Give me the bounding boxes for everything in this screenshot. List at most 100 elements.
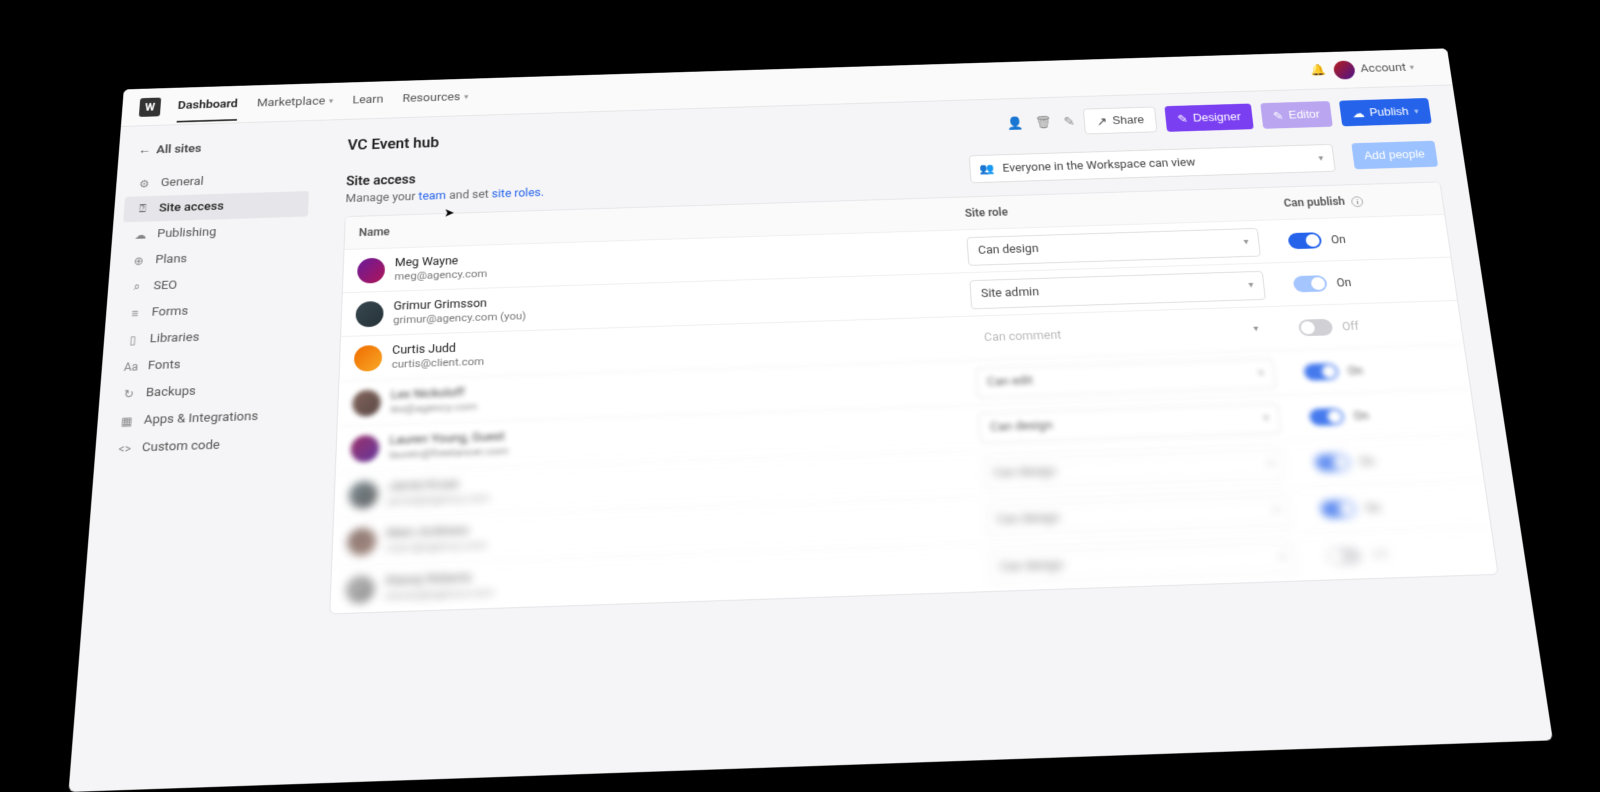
role-select[interactable]: Can design▾	[966, 227, 1260, 265]
role-value: Can design	[993, 464, 1057, 481]
user-avatar	[349, 480, 378, 508]
chevron-down-icon: ▾	[1258, 368, 1264, 378]
chevron-down-icon: ▾	[1273, 505, 1279, 516]
nav-marketplace[interactable]: Marketplace ▾	[257, 95, 334, 110]
role-cell: Can design▾	[981, 447, 1317, 489]
user-email: marc@agency.com	[386, 538, 487, 556]
nav-resources[interactable]: Resources ▾	[402, 91, 468, 106]
user-avatar	[345, 574, 375, 603]
user-avatar	[355, 300, 384, 326]
workspace-access-select[interactable]: 👥 Everyone in the Workspace can view ▾	[968, 144, 1335, 183]
user-email: stacey@agency.com	[384, 585, 493, 603]
publish-toggle[interactable]	[1298, 318, 1334, 336]
publish-state-label: On	[1347, 364, 1363, 378]
workspace-access-label: Everyone in the Workspace can view	[1002, 156, 1196, 175]
sidebar-item-icon: <>	[117, 442, 132, 456]
role-value: Site admin	[981, 285, 1040, 300]
role-select[interactable]: Can design▾	[981, 448, 1287, 489]
back-all-sites[interactable]: ← All sites	[128, 133, 312, 163]
sidebar-item-label: Backups	[145, 384, 196, 400]
access-table: Name Site role Can publish i Meg Wayneme…	[329, 181, 1499, 614]
publish-toggle[interactable]	[1320, 499, 1357, 518]
publish-state-label: On	[1359, 454, 1376, 468]
nav-learn[interactable]: Learn	[352, 93, 383, 107]
role-cell: Can design ▾	[987, 540, 1328, 583]
chevron-down-icon: ▾	[464, 93, 468, 102]
sidebar-item-custom-code[interactable]: <>Custom code	[105, 429, 299, 463]
notification-icon[interactable]: 🔔	[1307, 61, 1330, 80]
role-cell: Can design▾	[966, 227, 1290, 266]
role-select[interactable]: Can design▾	[978, 403, 1281, 443]
publish-cell: On	[1303, 359, 1454, 381]
role-select[interactable]: Can design▾	[984, 495, 1292, 536]
role-select: Can comment▾	[972, 314, 1271, 353]
user-email: meg@agency.com	[394, 267, 487, 283]
publish-toggle[interactable]	[1309, 407, 1345, 425]
sidebar-item-icon: ☁	[133, 228, 148, 241]
publish-state-label: On	[1353, 408, 1370, 422]
role-select[interactable]: Can edit ▾	[975, 358, 1276, 398]
publish-cell: On	[1320, 495, 1474, 518]
publish-state-label: On	[1330, 233, 1346, 246]
sidebar-item-icon: ≡	[127, 306, 142, 319]
sidebar-item-label: Libraries	[149, 331, 199, 346]
role-value: Can edit	[987, 374, 1034, 390]
publish-toggle[interactable]	[1303, 362, 1339, 380]
icon-person[interactable]: 👤	[1007, 117, 1025, 131]
team-link[interactable]: team	[418, 189, 446, 203]
designer-button[interactable]: ✎ Designer	[1165, 104, 1254, 132]
user-avatar[interactable]	[1333, 60, 1356, 79]
role-select[interactable]: Can design ▾	[987, 541, 1297, 583]
publish-state-label: Off	[1341, 319, 1359, 332]
chevron-down-icon: ▾	[1318, 153, 1324, 163]
sidebar-item-label: SEO	[153, 279, 178, 293]
sub-prefix: Manage your	[345, 190, 418, 205]
role-value: Can comment	[984, 328, 1062, 344]
publish-state-label: Off	[1371, 547, 1390, 561]
publish-cell: On	[1293, 271, 1442, 292]
publish-button[interactable]: ☁ Publish ▾	[1339, 98, 1432, 126]
sidebar-item-icon: ▦	[119, 414, 134, 428]
sidebar-item-label: Plans	[155, 252, 188, 266]
icon-archive[interactable]: 🗑	[1035, 116, 1053, 130]
publish-toggle[interactable]	[1287, 232, 1322, 249]
nav-dashboard[interactable]: Dashboard	[177, 98, 239, 123]
user-email: curtis@client.com	[392, 355, 485, 371]
editor-button[interactable]: ✎ Editor	[1260, 101, 1333, 129]
publish-cell: On	[1309, 404, 1461, 426]
user-email: lex@agency.com	[390, 400, 477, 416]
user-avatar	[347, 527, 377, 556]
sidebar-item-icon: Aa	[123, 360, 138, 373]
sidebar-item-icon: ▯	[125, 333, 140, 346]
publish-cell: Off	[1298, 315, 1448, 336]
share-button[interactable]: ↗ Share	[1083, 106, 1158, 134]
role-cell: Can design▾	[978, 402, 1311, 443]
publish-cell: On	[1287, 228, 1435, 249]
pencil-icon: ✎	[1177, 112, 1188, 125]
publish-toggle[interactable]	[1314, 453, 1350, 471]
icon-edit[interactable]: ✎	[1063, 115, 1075, 129]
editor-label: Editor	[1288, 108, 1321, 121]
add-people-button[interactable]: Add people	[1351, 141, 1438, 170]
role-cell: Can edit ▾	[975, 357, 1306, 398]
user-avatar	[350, 434, 379, 462]
publish-cell: On	[1314, 449, 1467, 471]
cloud-icon: ☁	[1351, 106, 1365, 119]
back-label: All sites	[156, 142, 202, 156]
nav-resources-label: Resources	[402, 91, 460, 106]
account-menu[interactable]: Account ▾	[1360, 61, 1415, 75]
user-email: jamie@agency.com	[387, 491, 489, 508]
info-icon[interactable]: i	[1351, 196, 1364, 207]
site-roles-link[interactable]: site roles.	[492, 186, 544, 201]
sub-mid: and set	[446, 188, 492, 203]
app-logo[interactable]: W	[139, 97, 161, 116]
role-select[interactable]: Site admin▾	[969, 270, 1266, 308]
role-value: Can design	[999, 558, 1064, 575]
chevron-down-icon: ▾	[1279, 552, 1285, 563]
designer-label: Designer	[1192, 111, 1241, 124]
publish-toggle[interactable]	[1325, 546, 1362, 565]
user-email: lauren@freelancer.com	[389, 444, 509, 462]
sidebar-item-icon: ⊕	[131, 254, 146, 267]
sidebar-item-icon: ⍰	[135, 202, 150, 216]
role-value: Can design	[978, 242, 1039, 257]
